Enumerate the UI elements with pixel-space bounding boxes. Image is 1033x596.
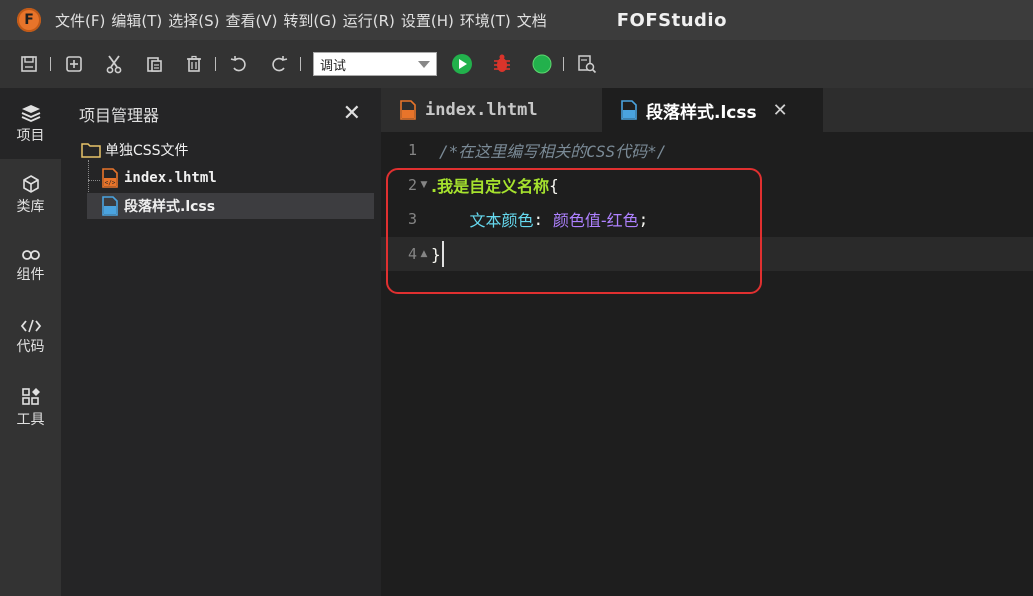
redo-icon[interactable] <box>268 53 290 75</box>
menu-environment[interactable]: 环境(T) <box>460 10 511 31</box>
status-green-icon[interactable] <box>531 53 553 75</box>
tools-icon <box>21 387 40 405</box>
cube-icon <box>22 174 39 193</box>
editor-tabs: index.lhtml 段落样式.lcss ✕ <box>381 88 1033 132</box>
cut-icon[interactable] <box>103 53 125 75</box>
close-icon[interactable]: ✕ <box>343 103 361 125</box>
logo-letter: F <box>24 12 34 28</box>
html-file-icon <box>400 100 416 120</box>
activity-code[interactable]: 代码 <box>0 301 61 372</box>
activity-tools[interactable]: 工具 <box>0 372 61 443</box>
tab-close-icon[interactable]: ✕ <box>773 100 788 121</box>
menu-select[interactable]: 选择(S) <box>168 10 219 31</box>
activity-library[interactable]: 类库 <box>0 159 61 230</box>
tree-file-lcss[interactable]: 段落样式.lcss <box>87 193 374 219</box>
code-line: 1 /*在这里编写相关的CSS代码*/ <box>381 133 1033 167</box>
activity-project[interactable]: 项目 <box>0 88 61 159</box>
tree-folder[interactable]: 单独CSS文件 <box>81 140 189 160</box>
toolbar-separator <box>215 57 216 71</box>
menu-settings[interactable]: 设置(H) <box>401 10 454 31</box>
activity-label: 代码 <box>16 338 45 355</box>
explorer-header: 项目管理器 ✕ <box>61 88 381 140</box>
menu-view[interactable]: 查看(V) <box>225 10 277 31</box>
explorer-title: 项目管理器 <box>79 106 160 125</box>
toolbar: 调试 <box>0 40 1033 88</box>
activity-label: 组件 <box>16 266 45 283</box>
app-title: FOFStudio <box>616 9 727 31</box>
file-label: 段落样式.lcss <box>124 199 216 215</box>
file-label: index.lhtml <box>124 170 217 186</box>
paste-icon[interactable] <box>143 53 165 75</box>
run-icon[interactable] <box>451 53 473 75</box>
tree-file-index[interactable]: </> index.lhtml <box>87 165 374 191</box>
code-editor[interactable]: 1 /*在这里编写相关的CSS代码*/ 2 ▼ .我是自定义名称{ 3 文本颜色… <box>381 132 1033 596</box>
css-file-icon <box>621 100 637 120</box>
menu-bar: F 文件(F) 编辑(T) 选择(S) 查看(V) 转到(G) 运行(R) 设置… <box>0 0 1033 40</box>
menu-edit[interactable]: 编辑(T) <box>111 10 162 31</box>
activity-components[interactable]: 组件 <box>0 230 61 301</box>
line-number: 1 <box>407 141 417 159</box>
html-file-icon: </> <box>102 168 118 188</box>
delete-icon[interactable] <box>183 53 205 75</box>
toolbar-separator <box>563 57 564 71</box>
project-explorer: 项目管理器 ✕ 单独CSS文件 </> index.lhtml 段落样式.lcs… <box>61 88 381 596</box>
menu-run[interactable]: 运行(R) <box>343 10 395 31</box>
save-icon[interactable] <box>18 53 40 75</box>
activity-label: 项目 <box>16 127 45 144</box>
tab-index-lhtml[interactable]: index.lhtml <box>381 88 602 132</box>
run-mode-value: 调试 <box>320 58 347 74</box>
code-comment: /*在这里编写相关的CSS代码*/ <box>439 142 667 161</box>
menu-file[interactable]: 文件(F) <box>55 10 105 31</box>
activity-label: 类库 <box>16 198 45 215</box>
svg-text:</>: </> <box>105 180 116 187</box>
undo-icon[interactable] <box>228 53 250 75</box>
chevron-down-icon <box>418 60 430 68</box>
new-file-icon[interactable] <box>63 53 85 75</box>
link-icon <box>21 249 40 260</box>
highlight-annotation <box>386 168 762 294</box>
run-mode-select[interactable]: 调试 <box>313 52 437 76</box>
menu-docs[interactable]: 文档 <box>517 10 547 31</box>
css-file-icon <box>102 196 118 216</box>
tab-label: index.lhtml <box>425 100 538 120</box>
folder-icon <box>81 143 101 158</box>
activity-label: 工具 <box>16 411 45 428</box>
folder-label: 单独CSS文件 <box>105 143 189 159</box>
code-icon <box>20 319 41 332</box>
find-file-icon[interactable] <box>576 53 598 75</box>
app-logo-icon: F <box>17 8 41 32</box>
tab-label: 段落样式.lcss <box>646 102 757 123</box>
debug-bug-icon[interactable] <box>491 53 513 75</box>
toolbar-separator <box>50 57 51 71</box>
layers-icon <box>21 104 40 122</box>
tab-lcss[interactable]: 段落样式.lcss ✕ <box>602 88 823 132</box>
activity-bar: 项目 类库 组件 代码 工具 <box>0 88 61 596</box>
toolbar-separator <box>300 57 301 71</box>
menu-goto[interactable]: 转到(G) <box>283 10 336 31</box>
